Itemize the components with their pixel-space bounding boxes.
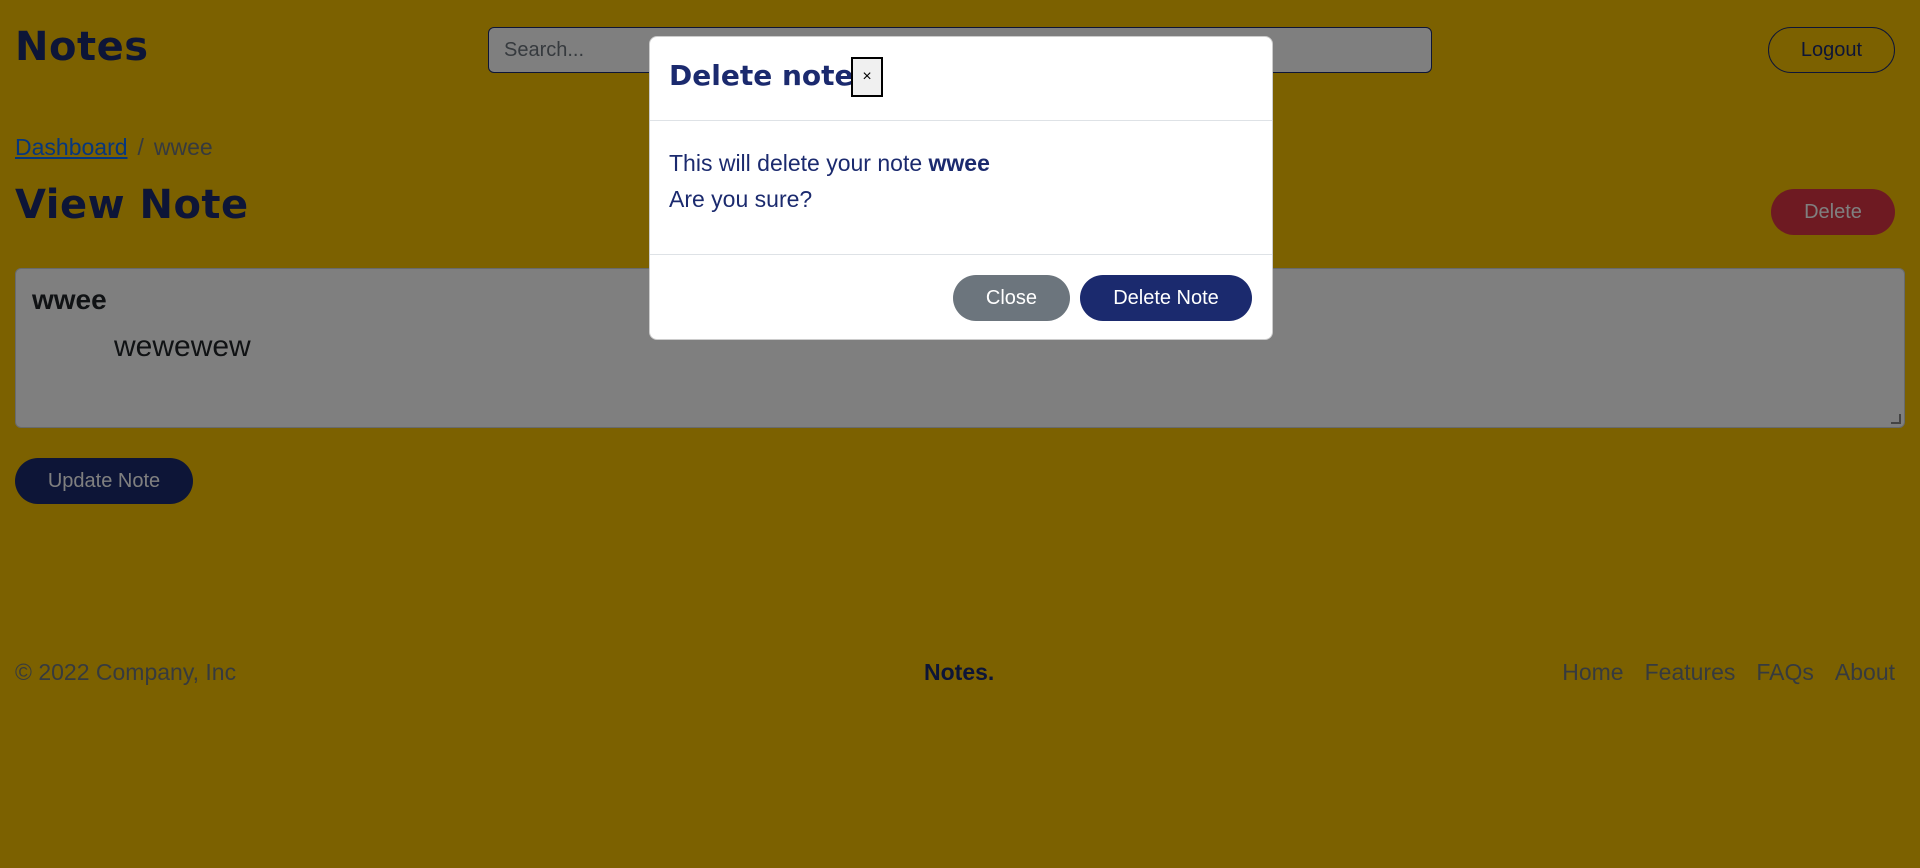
- modal-header: Delete note ×: [650, 37, 1272, 121]
- modal-close-icon[interactable]: ×: [851, 57, 883, 97]
- confirm-delete-button[interactable]: Delete Note: [1080, 275, 1252, 321]
- modal-question: Are you sure?: [669, 186, 813, 212]
- modal-footer: Close Delete Note: [650, 255, 1272, 340]
- modal-title: Delete note: [669, 59, 854, 92]
- modal-close-button[interactable]: Close: [953, 275, 1070, 321]
- modal-message: This will delete your note wwee: [669, 145, 1253, 181]
- delete-note-modal: Delete note × This will delete your note…: [649, 36, 1273, 340]
- modal-message-prefix: This will delete your note: [669, 150, 923, 176]
- modal-body: This will delete your note wwee Are you …: [650, 121, 1272, 255]
- modal-note-name: wwee: [928, 150, 990, 176]
